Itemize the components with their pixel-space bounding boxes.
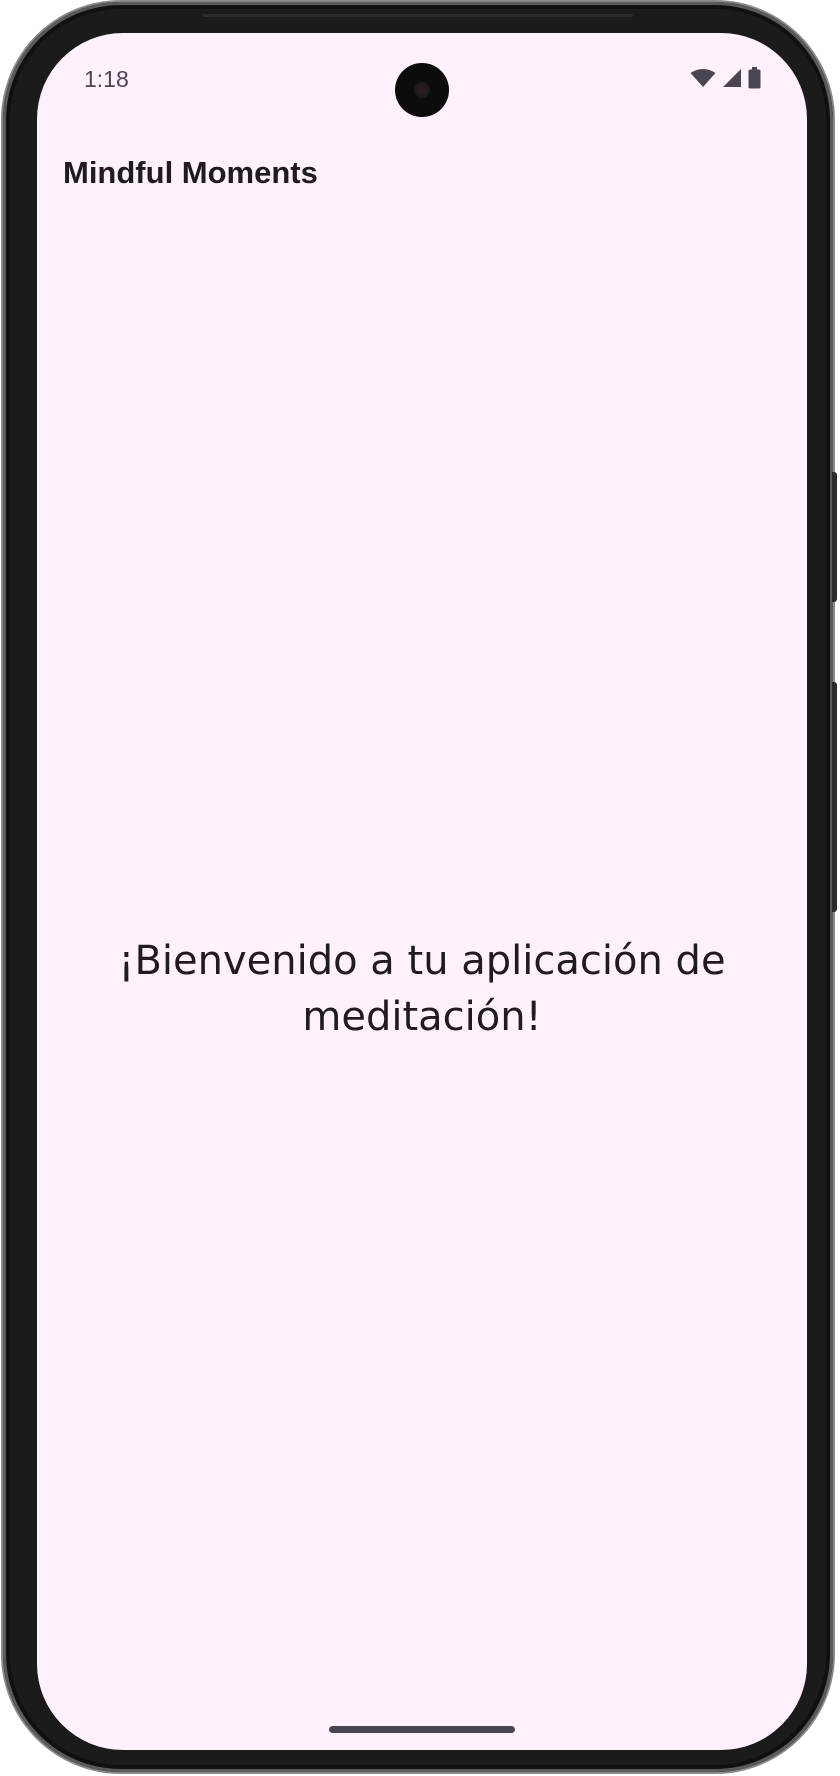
power-button [832, 472, 837, 602]
front-camera [395, 63, 449, 117]
status-time: 1:18 [84, 66, 129, 92]
status-icons [690, 67, 761, 89]
cellular-signal-icon [723, 69, 741, 87]
welcome-message: ¡Bienvenido a tu aplicación de meditació… [118, 938, 726, 1040]
wifi-icon [690, 69, 716, 87]
app-title: Mindful Moments [63, 155, 318, 190]
app-screen: 1:18 Mindful Moments ¡Bienvenido a tu ap… [37, 33, 807, 1750]
volume-button [832, 682, 837, 912]
phone-frame: 1:18 Mindful Moments ¡Bienvenido a tu ap… [3, 2, 837, 1772]
status-bar: 1:18 [37, 33, 807, 123]
home-indicator[interactable] [329, 1726, 515, 1733]
frame-top-edge [203, 14, 633, 17]
battery-icon [748, 67, 761, 89]
